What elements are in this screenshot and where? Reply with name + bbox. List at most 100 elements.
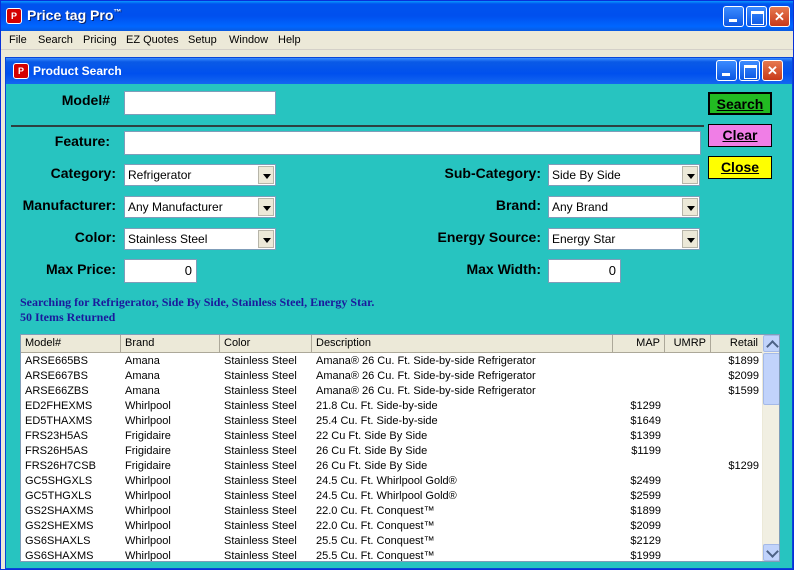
max-price-input[interactable]: 0 (124, 259, 197, 283)
chevron-down-icon[interactable] (682, 198, 698, 216)
close-window-button[interactable]: ✕ (769, 6, 790, 27)
scroll-thumb[interactable] (763, 353, 779, 405)
cell-color: Stainless Steel (224, 355, 297, 367)
cell-retail (711, 444, 763, 459)
cell-map: $1299 (630, 400, 661, 412)
max-width-input[interactable]: 0 (548, 259, 621, 283)
chevron-down-icon[interactable] (258, 198, 274, 216)
model-label: Model# (61, 92, 110, 108)
child-minimize-button[interactable] (716, 60, 737, 81)
column-header-color[interactable]: Color (220, 335, 312, 353)
cell-description: 25.5 Cu. Ft. Conquest™ (316, 535, 435, 547)
column-header-brand[interactable]: Brand (121, 335, 220, 353)
menu-search[interactable]: Search (38, 34, 73, 46)
cell-color: Stainless Steel (224, 460, 297, 472)
column-header-map[interactable]: MAP (613, 335, 665, 353)
app-titlebar[interactable]: P Price tag Pro™ ✕ (1, 1, 793, 31)
cell-model: GS6SHAXMS (25, 550, 94, 562)
manufacturer-select[interactable]: Any Manufacturer (124, 196, 276, 218)
cell-umrp (665, 504, 711, 519)
model-input[interactable] (124, 91, 276, 115)
cell-description: 25.4 Cu. Ft. Side-by-side (316, 415, 438, 427)
subcategory-select[interactable]: Side By Side (548, 164, 700, 186)
menu-setup[interactable]: Setup (188, 34, 217, 46)
color-value: Stainless Steel (128, 232, 208, 246)
cell-description: 22.0 Cu. Ft. Conquest™ (316, 505, 435, 517)
table-row[interactable]: GS6SHAXMS Whirlpool Stainless Steel 25.5 Cu… (21, 549, 763, 562)
cell-brand: Whirlpool (125, 400, 171, 412)
child-close-button[interactable]: ✕ (762, 60, 783, 81)
column-header-umrp[interactable]: UMRP (665, 335, 711, 353)
scroll-down-icon[interactable] (763, 544, 779, 561)
cell-brand: Whirlpool (125, 535, 171, 547)
chevron-down-icon[interactable] (682, 166, 698, 184)
table-row[interactable]: ARSE665BS Amana Stainless Steel Amana® 26 C… (21, 354, 763, 369)
maximize-button[interactable] (746, 6, 767, 27)
cell-description: 22.0 Cu. Ft. Conquest™ (316, 520, 435, 532)
column-header-description[interactable]: Description (312, 335, 613, 353)
table-row[interactable]: GC5THGXLS Whirlpool Stainless Steel 24.5 Cu… (21, 489, 763, 504)
energy-source-label: Energy Source: (437, 229, 541, 245)
app-logo-icon[interactable]: P (6, 8, 22, 24)
chevron-down-icon[interactable] (258, 230, 274, 248)
table-row[interactable]: GS2SHAXMS Whirlpool Stainless Steel 22.0 Cu… (21, 504, 763, 519)
cell-description: 26 Cu Ft. Side By Side (316, 445, 428, 457)
cell-color: Stainless Steel (224, 445, 297, 457)
cell-color: Stainless Steel (224, 430, 297, 442)
chevron-down-icon[interactable] (682, 230, 698, 248)
app-window: P Price tag Pro™ ✕ File Search Pricing E… (0, 0, 794, 570)
menu-pricing[interactable]: Pricing (83, 34, 117, 46)
scroll-up-icon[interactable] (763, 335, 779, 352)
cell-model: GC5THGXLS (25, 490, 92, 502)
window-logo-icon[interactable]: P (13, 63, 29, 79)
menu-window[interactable]: Window (229, 34, 268, 46)
cell-color: Stainless Steel (224, 550, 297, 562)
minimize-button[interactable] (723, 6, 744, 27)
cell-brand: Whirlpool (125, 505, 171, 517)
close-button[interactable]: Close (708, 156, 772, 179)
energy-source-select[interactable]: Energy Star (548, 228, 700, 250)
category-label: Category: (50, 165, 116, 181)
child-titlebar[interactable]: P Product Search ✕ (6, 58, 792, 84)
max-price-label: Max Price: (45, 261, 116, 277)
category-value: Refrigerator (128, 168, 192, 182)
results-table[interactable]: Model# Brand Color Description MAP UMRP … (20, 334, 780, 562)
table-row[interactable]: GS2SHEXMS Whirlpool Stainless Steel 22.0 Cu… (21, 519, 763, 534)
table-row[interactable]: FRS26H5AS Frigidaire Stainless Steel 26 Cu … (21, 444, 763, 459)
table-row[interactable]: ARSE66ZBS Amana Stainless Steel Amana® 26 C… (21, 384, 763, 399)
column-header-retail[interactable]: Retail (711, 335, 763, 353)
table-row[interactable]: ARSE667BS Amana Stainless Steel Amana® 26 C… (21, 369, 763, 384)
cell-description: 21.8 Cu. Ft. Side-by-side (316, 400, 438, 412)
cell-model: ARSE667BS (25, 370, 88, 382)
feature-input[interactable] (124, 131, 701, 155)
cell-brand: Whirlpool (125, 550, 171, 562)
cell-umrp (665, 474, 711, 489)
menu-help[interactable]: Help (278, 34, 301, 46)
table-row[interactable]: ED5THAXMS Whirlpool Stainless Steel 25.4 Cu… (21, 414, 763, 429)
table-row[interactable]: ED2FHEXMS Whirlpool Stainless Steel 21.8 Cu… (21, 399, 763, 414)
brand-select[interactable]: Any Brand (548, 196, 700, 218)
table-row[interactable]: FRS23H5AS Frigidaire Stainless Steel 22 Cu … (21, 429, 763, 444)
cell-description: Amana® 26 Cu. Ft. Side-by-side Refrigera… (316, 370, 536, 382)
table-row[interactable]: GS6SHAXLS Whirlpool Stainless Steel 25.5 Cu… (21, 534, 763, 549)
maximize-icon (740, 61, 759, 80)
menu-file[interactable]: File (9, 34, 27, 46)
chevron-down-icon[interactable] (258, 166, 274, 184)
child-maximize-button[interactable] (739, 60, 760, 81)
cell-retail (711, 519, 763, 534)
vertical-scrollbar[interactable] (762, 335, 779, 561)
clear-button[interactable]: Clear (708, 124, 772, 147)
table-row[interactable]: FRS26H7CSB Frigidaire Stainless Steel 26 Cu… (21, 459, 763, 474)
column-header-model[interactable]: Model# (21, 335, 121, 353)
color-select[interactable]: Stainless Steel (124, 228, 276, 250)
cell-brand: Whirlpool (125, 475, 171, 487)
minimize-icon (717, 61, 736, 80)
category-select[interactable]: Refrigerator (124, 164, 276, 186)
cell-brand: Frigidaire (125, 460, 171, 472)
cell-umrp (665, 489, 711, 504)
cell-map: $1899 (630, 505, 661, 517)
table-row[interactable]: GC5SHGXLS Whirlpool Stainless Steel 24.5 Cu… (21, 474, 763, 489)
menu-ez-quotes[interactable]: EZ Quotes (126, 34, 179, 46)
search-button[interactable]: Search (708, 92, 772, 115)
cell-retail (711, 549, 763, 561)
